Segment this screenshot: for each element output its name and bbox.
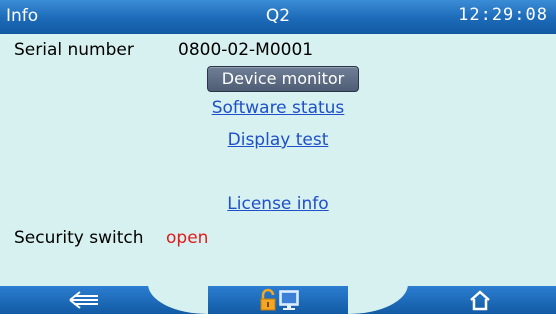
screen: Info Q2 12:29:08 Serial number 0800-02-M… bbox=[0, 0, 556, 314]
software-status-link[interactable]: Software status bbox=[212, 98, 345, 118]
display-test-link-row: Display test bbox=[0, 130, 556, 150]
serial-number-value: 0800-02-M0001 bbox=[178, 40, 314, 60]
title-bar: Info Q2 12:29:08 bbox=[0, 0, 556, 34]
license-info-link-row: License info bbox=[0, 194, 556, 214]
info-content: Serial number 0800-02-M0001 Device monit… bbox=[0, 34, 556, 286]
security-switch-label: Security switch bbox=[14, 228, 144, 248]
clock: 12:29:08 bbox=[458, 5, 548, 25]
software-status-link-row: Software status bbox=[0, 98, 556, 118]
bar-curve-left bbox=[148, 284, 208, 314]
security-switch-status: open bbox=[166, 228, 209, 248]
license-info-link[interactable]: License info bbox=[227, 194, 328, 214]
back-arrow-icon[interactable] bbox=[64, 287, 104, 313]
bar-curve-right bbox=[348, 284, 408, 314]
monitor-icon bbox=[278, 288, 300, 312]
open-lock-icon bbox=[259, 288, 277, 312]
home-icon[interactable] bbox=[468, 289, 492, 311]
display-test-link[interactable]: Display test bbox=[228, 130, 329, 150]
device-monitor-button[interactable]: Device monitor bbox=[207, 66, 359, 92]
bottom-nav-bar bbox=[0, 284, 556, 314]
serial-number-label: Serial number bbox=[14, 40, 134, 60]
